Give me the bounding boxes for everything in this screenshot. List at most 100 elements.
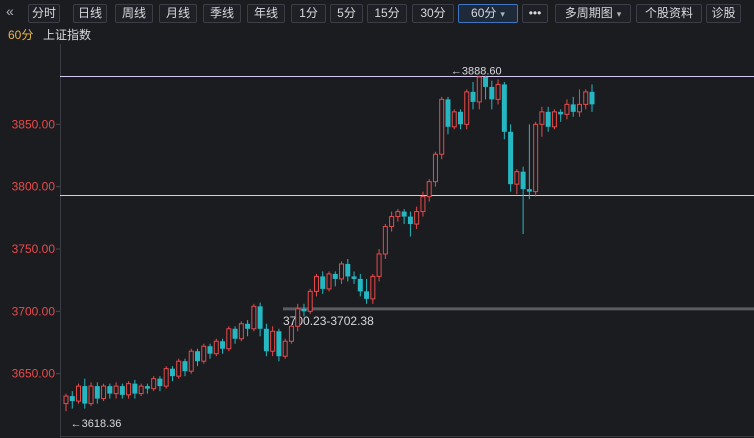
- candle-body: [251, 305, 257, 330]
- candle-body: [88, 385, 94, 405]
- candle-body: [163, 368, 169, 387]
- candle-body: [132, 383, 138, 394]
- candle-body: [382, 226, 388, 255]
- candle-body: [69, 396, 75, 402]
- toolbar-button-label: 15分: [374, 6, 400, 20]
- toolbar-button-11[interactable]: •••: [522, 4, 548, 23]
- toolbar-button-label: 5分: [337, 6, 356, 20]
- candle-body: [213, 340, 219, 355]
- toolbar-button-label: 多周期图: [564, 6, 613, 20]
- candle-body: [445, 99, 451, 127]
- toolbar-button-1[interactable]: 日线: [73, 4, 107, 23]
- candle-body: [495, 83, 501, 100]
- toolbar-button-label: 年线: [253, 6, 278, 20]
- candle-body: [345, 263, 351, 277]
- candle-body: [439, 98, 445, 155]
- candle-body: [76, 385, 82, 402]
- candle-body: [526, 189, 532, 192]
- candle-body: [370, 275, 376, 300]
- candle-body: [407, 216, 413, 225]
- toolbar-button-5[interactable]: 年线: [247, 4, 285, 23]
- candle-body: [276, 331, 282, 357]
- candle-body: [332, 273, 338, 279]
- toolbar-button-10[interactable]: 60分 ▾: [458, 4, 518, 23]
- y-tick-label: 3750.00: [12, 242, 56, 256]
- candle-body: [307, 290, 313, 312]
- toolbar-button-4[interactable]: 季线: [203, 4, 241, 23]
- toolbar-button-12[interactable]: 多周期图 ▾: [555, 4, 631, 23]
- candle-body: [558, 111, 564, 115]
- toolbar-button-9[interactable]: 30分: [412, 4, 454, 23]
- candle-body: [420, 196, 426, 213]
- candle-body: [583, 91, 589, 105]
- candle-body: [589, 91, 595, 105]
- candle-body: [126, 383, 132, 396]
- candle-body: [313, 275, 319, 292]
- high-label: ←3888.60: [451, 66, 502, 78]
- candle-body: [82, 386, 88, 404]
- candle-body: [226, 328, 232, 350]
- candle-body: [376, 253, 382, 277]
- candle-body: [533, 123, 539, 193]
- candle-body: [464, 91, 470, 125]
- candle-body: [288, 325, 294, 342]
- candle-body: [508, 131, 514, 185]
- candle-body: [151, 378, 157, 390]
- candle-body: [432, 153, 438, 183]
- candle-body: [220, 341, 226, 349]
- candle-body: [138, 385, 144, 395]
- candle-body: [169, 368, 175, 377]
- candle-body: [320, 276, 326, 289]
- candle-body: [539, 111, 545, 125]
- toolbar-button-8[interactable]: 15分: [367, 4, 407, 23]
- index-name: 上证指数: [43, 28, 92, 42]
- candle-body: [458, 111, 463, 125]
- toolbar-button-label: 个股资料: [644, 6, 693, 20]
- candle-body: [282, 340, 288, 357]
- candle-body: [101, 385, 107, 400]
- toolbar-button-6[interactable]: 1分: [291, 4, 326, 23]
- period-label: 60分: [8, 28, 34, 42]
- candle-body: [357, 278, 363, 292]
- toolbar-button-14[interactable]: 诊股: [706, 4, 741, 23]
- candle-body: [520, 171, 526, 190]
- double-chevron-left-icon[interactable]: «: [6, 3, 14, 19]
- y-tick-label: 3650.00: [12, 367, 56, 381]
- candle-body: [94, 386, 100, 399]
- chevron-down-icon: ▾: [500, 9, 505, 19]
- toolbar-button-label: 月线: [165, 6, 190, 20]
- candle-body: [207, 346, 213, 354]
- candle-body: [426, 181, 432, 198]
- candle-body: [107, 386, 113, 394]
- candle-body: [351, 276, 357, 279]
- toolbar-button-label: 60分: [471, 6, 497, 20]
- candle-body: [326, 273, 332, 290]
- candle-body: [63, 395, 69, 405]
- candle-body: [113, 385, 119, 395]
- candle-body: [401, 211, 407, 217]
- toolbar-button-3[interactable]: 月线: [159, 4, 197, 23]
- toolbar-button-2[interactable]: 周线: [115, 4, 153, 23]
- candle-body: [414, 211, 420, 225]
- toolbar-button-label: 诊股: [711, 6, 736, 20]
- candle-body: [364, 291, 370, 299]
- candle-body: [295, 308, 301, 327]
- y-tick-label: 3800.00: [12, 180, 56, 194]
- candle-body: [489, 86, 495, 100]
- toolbar: « 分时 日线 周线 月线 季线 年线 1分 5分 15分 30分 60分 ▾ ••• 多周期图 ▾ 个股资料…: [0, 0, 754, 26]
- range-band: [283, 307, 754, 311]
- toolbar-button-0[interactable]: 分时: [28, 4, 60, 23]
- candle-body: [188, 350, 194, 372]
- candle-body: [551, 111, 557, 128]
- candlestick-chart[interactable]: 3650.003700.003750.003800.003850.003700.…: [0, 44, 754, 438]
- toolbar-button-13[interactable]: 个股资料: [636, 4, 702, 23]
- candle-body: [195, 351, 200, 362]
- candle-body: [395, 211, 401, 218]
- candle-body: [514, 171, 520, 185]
- candle-body: [176, 360, 182, 377]
- candle-body: [545, 111, 551, 127]
- candle-body: [232, 328, 238, 339]
- toolbar-button-7[interactable]: 5分: [330, 4, 363, 23]
- candle-body: [564, 103, 570, 115]
- toolbar-button-label: 分时: [31, 6, 56, 20]
